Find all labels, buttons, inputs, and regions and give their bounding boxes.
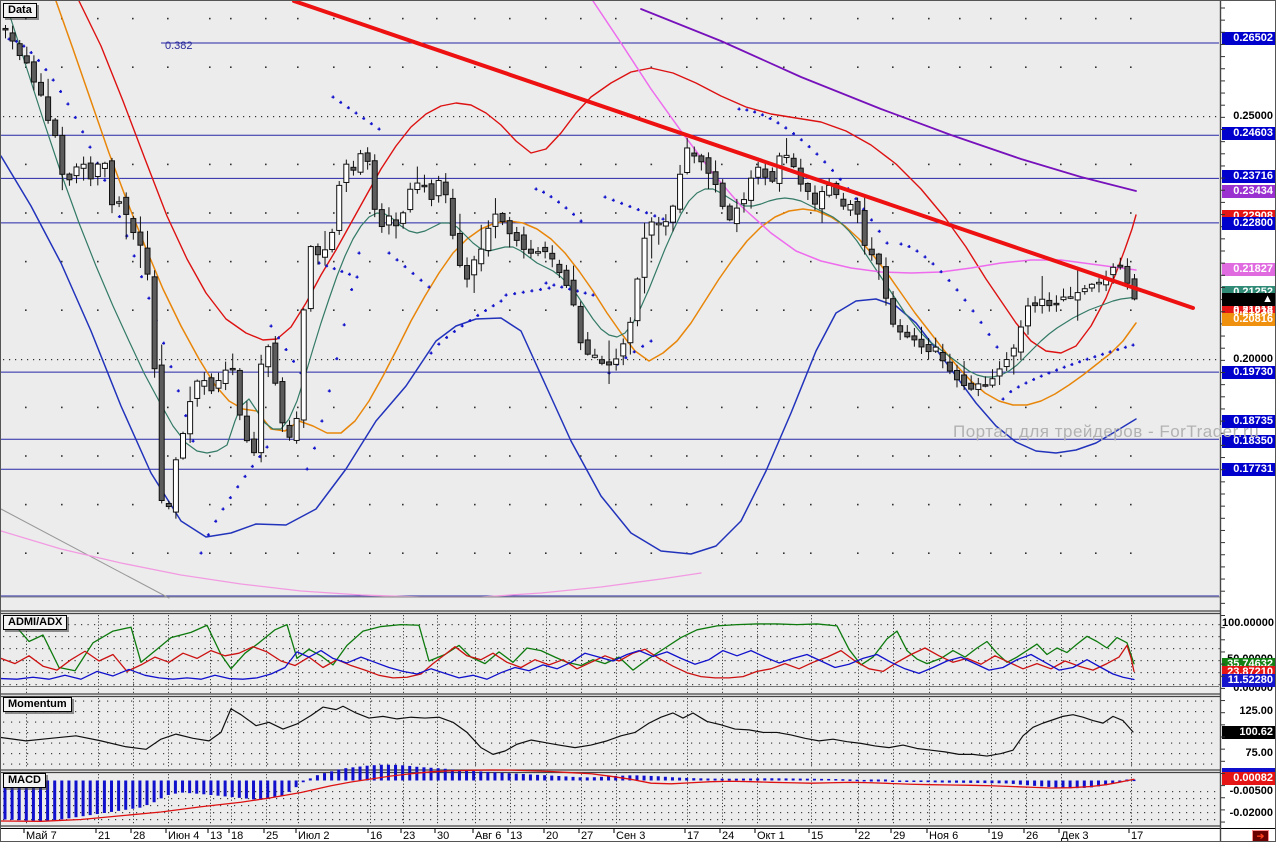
indicator-label-macd[interactable]: MACD <box>3 773 46 788</box>
price-axis[interactable]: 0.26502 0.25000 0.24603 0.23716 0.23434 0.229… <box>1221 1 1275 828</box>
macd-label--0.00500: -0.00500 <box>1229 784 1273 797</box>
time-axis-label: Июн 4 <box>168 830 200 842</box>
time-axis-label: 18 <box>231 830 244 842</box>
momentum-label-75.00: 75.00 <box>1245 746 1273 759</box>
time-axis-label: 13 <box>510 830 523 842</box>
time-axis-label: Ноя 6 <box>929 830 959 842</box>
time-axis-label: 17 <box>1131 830 1144 842</box>
time-axis-label: 22 <box>858 830 871 842</box>
time-axis-label: 13 <box>210 830 223 842</box>
price-label-0.21236: ▲ 0.21236 <box>1222 292 1275 318</box>
price-label-0.17731: 0.17731 <box>1222 462 1275 476</box>
time-axis[interactable]: Май 7 21 28 Июн 4 13 18 25 Июл 2 16 23 30 Авг 6 13 20… <box>1 828 1275 842</box>
price-label-0.24603: 0.24603 <box>1222 126 1275 140</box>
time-axis-label: Авг 6 <box>475 830 502 842</box>
time-axis-label: 30 <box>437 830 450 842</box>
time-axis-label: 16 <box>370 830 383 842</box>
price-label-0.21827: 0.21827 <box>1222 262 1275 276</box>
time-axis-label: 26 <box>1026 830 1039 842</box>
time-axis-label: 27 <box>581 830 594 842</box>
series-label-data[interactable]: Data <box>3 3 37 18</box>
fibonacci-level-label: 0.382 <box>165 40 193 52</box>
price-label-0.22800: 0.22800 <box>1222 216 1275 230</box>
scroll-right-button[interactable]: ➔ <box>1252 830 1269 841</box>
macd-label--0.02000: -0.02000 <box>1229 806 1273 819</box>
time-axis-label: Май 7 <box>26 830 57 842</box>
macd-label-0.00082: 0.00082 <box>1222 771 1275 785</box>
time-axis-label: Июл 2 <box>298 830 330 842</box>
price-label-0.26502: 0.26502 <box>1222 31 1275 45</box>
time-axis-label: 24 <box>722 830 735 842</box>
time-axis-label: 28 <box>133 830 146 842</box>
indicator-label-momentum[interactable]: Momentum <box>3 697 72 712</box>
time-axis-label: 20 <box>546 830 559 842</box>
time-axis-label: Дек 3 <box>1061 830 1089 842</box>
time-axis-label: Сен 3 <box>616 830 646 842</box>
adx-label-11.52280: 11.52280 <box>1222 673 1275 687</box>
time-axis-label: 19 <box>991 830 1004 842</box>
indicator-label-adx[interactable]: ADMI/ADX <box>3 615 68 630</box>
adx-label-100.00000: 100.00000 <box>1222 616 1274 629</box>
time-axis-label: 25 <box>266 830 279 842</box>
momentum-label-125.00: 125.00 <box>1239 704 1273 717</box>
price-label-0.19730: 0.19730 <box>1222 365 1275 379</box>
price-label-0.25000: 0.25000 <box>1233 109 1273 122</box>
time-axis-label: Окт 1 <box>757 830 785 842</box>
time-axis-label: 17 <box>687 830 700 842</box>
price-label-0.20000: 0.20000 <box>1233 352 1273 365</box>
time-axis-label: 29 <box>893 830 906 842</box>
chart-window: 0.26502 0.25000 0.24603 0.23716 0.23434 0.229… <box>0 0 1276 842</box>
momentum-label-100.62: 100.62 <box>1222 725 1275 739</box>
price-label-0.23434: 0.23434 <box>1222 184 1275 198</box>
time-axis-label: 21 <box>98 830 111 842</box>
time-axis-label: 23 <box>403 830 416 842</box>
watermark: Портал для трейдеров - ForTrader.ru <box>953 422 1260 441</box>
time-axis-label: 15 <box>811 830 824 842</box>
price-label-0.23716: 0.23716 <box>1222 169 1275 183</box>
